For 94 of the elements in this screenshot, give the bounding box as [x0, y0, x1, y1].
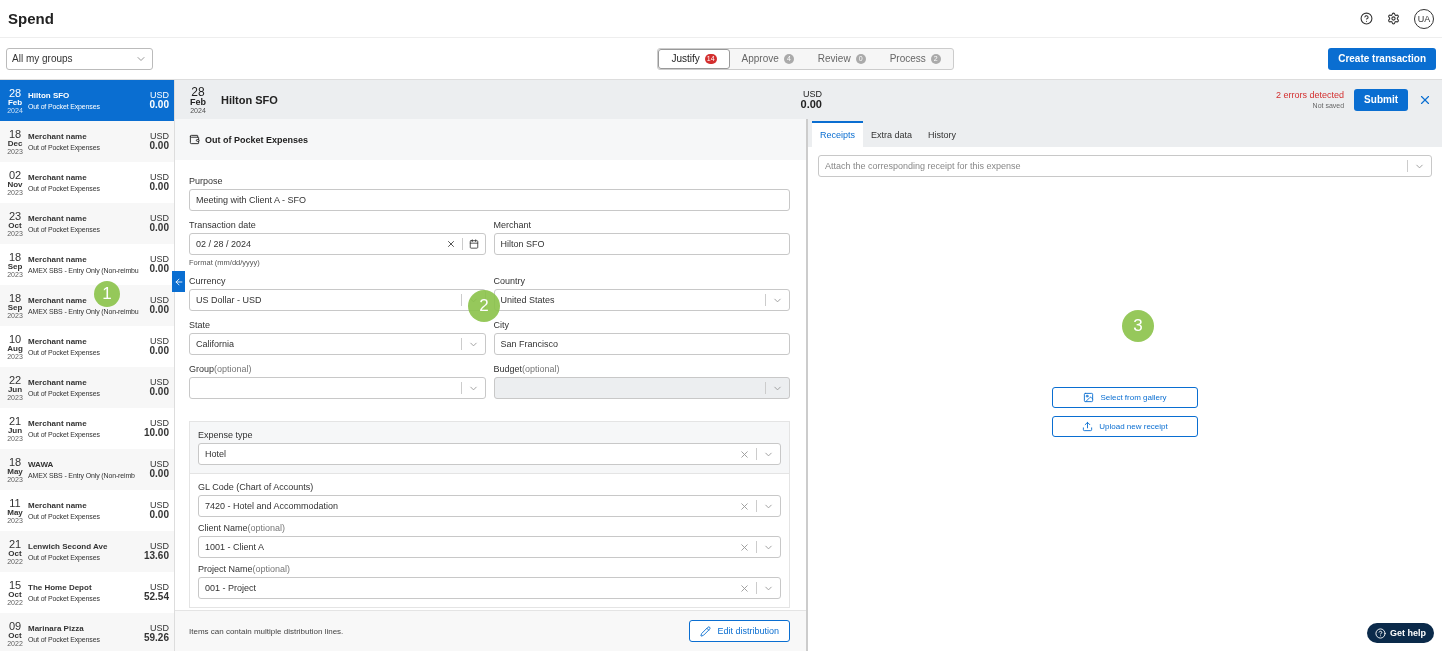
field-label: Transaction date	[189, 220, 257, 230]
amount: 0.00	[149, 305, 169, 315]
amount: 0.00	[149, 100, 169, 110]
field-label: Currency	[189, 276, 227, 286]
merchant-name: Merchant name	[28, 337, 87, 346]
merchant-name: Hilton SFO	[28, 91, 70, 100]
field-label: City	[493, 320, 510, 330]
currency-code: USD	[150, 91, 169, 100]
field-label: Project Name(optional)	[198, 564, 292, 574]
amount: 13.60	[143, 551, 169, 561]
amount: 52.54	[143, 592, 169, 602]
date-month: Aug	[7, 344, 23, 353]
date-day: 11	[9, 497, 21, 509]
app-title: Spend	[8, 10, 54, 27]
date-day: 18	[8, 456, 22, 468]
field-label: State	[189, 320, 211, 330]
currency-code: USD	[150, 501, 169, 510]
amount: 0.00	[149, 182, 169, 192]
amount: 0.00	[149, 387, 169, 397]
date-month: Sep	[7, 262, 23, 271]
currency-code: USD	[150, 542, 169, 551]
date-month: Feb	[190, 97, 206, 107]
merchant-name: WAWA	[28, 460, 54, 469]
field-label: Expense type	[198, 430, 254, 440]
date-month: Nov	[7, 180, 23, 189]
merchant-name: The Home Depot	[28, 583, 92, 592]
currency-code: USD	[150, 337, 169, 346]
date-day: 21	[8, 538, 22, 550]
amount: 0.00	[149, 141, 169, 151]
merchant-name: Merchant name	[28, 214, 87, 223]
amount: 0.00	[149, 469, 169, 479]
currency-code: USD	[150, 583, 169, 592]
date-month: Jun	[7, 385, 23, 394]
currency-code: USD	[150, 173, 169, 182]
date-day: 18	[8, 128, 22, 140]
section-title: Out of Pocket Expenses	[205, 134, 309, 145]
date-day: 28	[8, 87, 22, 99]
field-label: Purpose	[189, 176, 224, 186]
date-month: Dec	[7, 139, 23, 148]
date-day: 02	[8, 169, 22, 181]
merchant-name: Merchant name	[28, 378, 87, 387]
date-month: May	[7, 508, 23, 517]
date-day: 22	[8, 374, 22, 386]
merchant-name: Merchant name	[28, 419, 87, 428]
merchant-name: Merchant name	[28, 296, 87, 305]
currency-code: USD	[150, 296, 169, 305]
date-month: Oct	[8, 631, 22, 640]
amount: 0.00	[800, 98, 822, 110]
amount: 0.00	[149, 223, 169, 233]
currency-code: USD	[150, 255, 169, 264]
date-month: Oct	[8, 590, 22, 599]
date-day: 21	[8, 415, 22, 427]
date-month: Oct	[8, 221, 22, 230]
field-label: Country	[493, 276, 526, 286]
currency-code: USD	[803, 89, 822, 99]
date-day: 28	[191, 85, 205, 98]
field-label: Group(optional)	[189, 364, 253, 374]
merchant-name: Merchant name	[28, 173, 87, 182]
merchant-title: Hilton SFO	[221, 93, 278, 106]
currency-code: USD	[150, 132, 169, 141]
date-month: May	[7, 467, 23, 476]
date-day: 15	[8, 579, 22, 591]
error-message: 2 errors detected	[1276, 90, 1345, 100]
amount: 10.00	[143, 428, 169, 438]
step-callout-tooltip: 3	[1122, 310, 1154, 342]
date-month: Sep	[7, 303, 23, 312]
amount: 59.26	[143, 633, 169, 643]
step-callout-tooltip: 2	[468, 290, 500, 322]
merchant-name: Merchant name	[28, 255, 87, 264]
field-label: Merchant	[493, 220, 533, 230]
field-label: GL Code (Chart of Accounts)	[198, 482, 315, 492]
merchant-name: Merchant name	[28, 501, 87, 510]
amount: 0.00	[149, 264, 169, 274]
currency-code: USD	[150, 460, 169, 469]
merchant-name: Marinara Pizza	[28, 624, 84, 633]
date-day: 23	[8, 210, 22, 222]
currency-code: USD	[150, 214, 169, 223]
date-month: Oct	[8, 549, 22, 558]
date-month: Jun	[7, 426, 23, 435]
date-day: 18	[8, 292, 22, 304]
field-label: Client Name(optional)	[198, 523, 287, 533]
date-day: 09	[8, 620, 22, 632]
footer-note: Items can contain multiple distribution lines.	[189, 626, 344, 636]
amount: 0.00	[149, 346, 169, 356]
merchant-name: Lenwich Second Ave	[28, 542, 108, 551]
amount: 0.00	[149, 510, 169, 520]
currency-code: USD	[150, 378, 169, 387]
field-label: Budget(optional)	[493, 364, 561, 374]
date-day: 10	[8, 333, 22, 345]
currency-code: USD	[150, 419, 169, 428]
merchant-name: Merchant name	[28, 132, 87, 141]
date-month: Feb	[7, 98, 23, 107]
currency-code: USD	[150, 624, 169, 633]
date-day: 18	[8, 251, 22, 263]
